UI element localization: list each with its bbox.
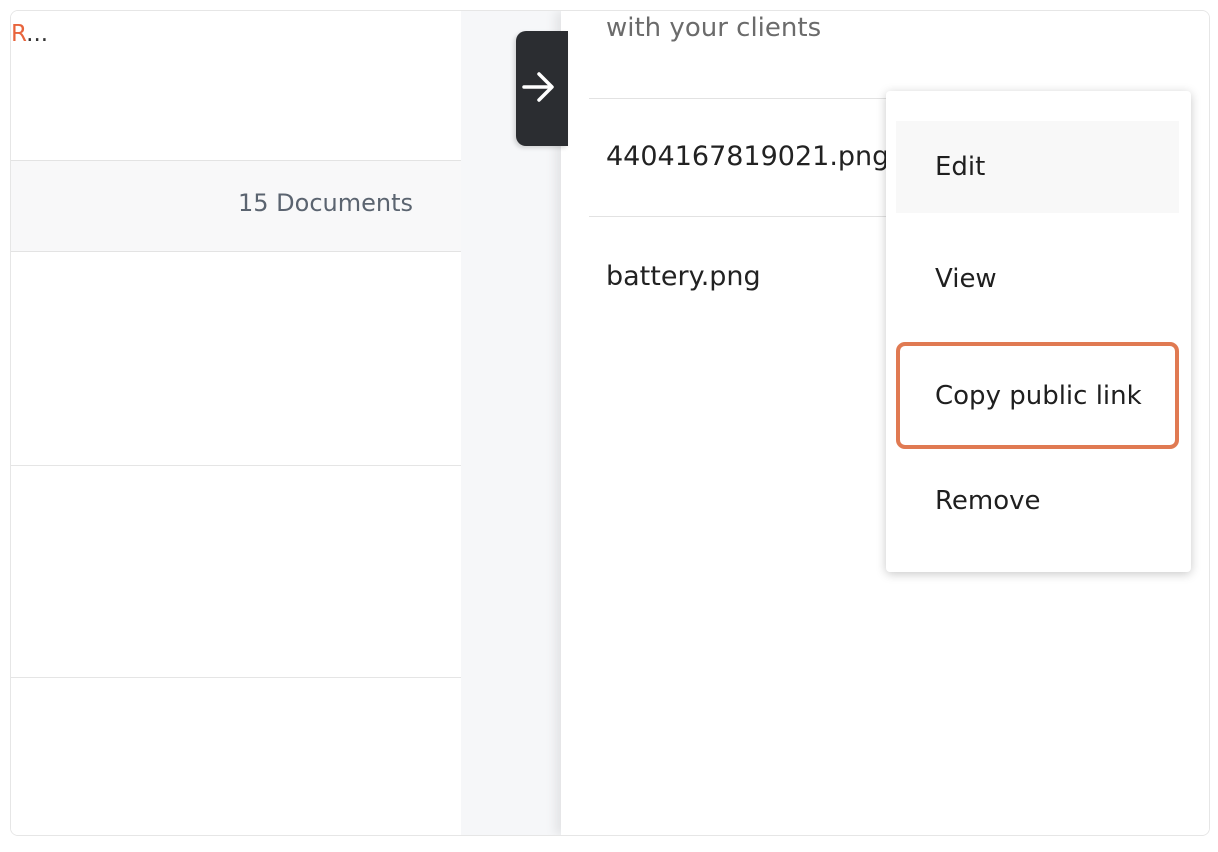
row-divider <box>11 465 461 466</box>
menu-item-copy-public-link[interactable]: Copy public link <box>896 342 1179 449</box>
document-count: 15 Documents <box>237 189 413 217</box>
drawer-subtitle: with your clients <box>606 13 822 43</box>
document-count-row: 15 Documents <box>11 160 461 252</box>
document-list-panel: R... 15 Documents <box>11 11 461 835</box>
menu-item-remove[interactable]: Remove <box>896 455 1179 547</box>
title-ellipsis: ... <box>26 21 49 47</box>
file-name[interactable]: battery.png <box>606 261 886 292</box>
collapse-drawer-button[interactable] <box>516 31 568 146</box>
row-divider <box>11 677 461 678</box>
menu-item-view[interactable]: View <box>896 233 1179 325</box>
title-accent-letter: R <box>11 21 27 47</box>
file-name[interactable]: 4404167819021.png <box>606 141 886 172</box>
truncated-item-title[interactable]: R... <box>11 21 48 47</box>
menu-item-edit[interactable]: Edit <box>896 121 1179 213</box>
app-frame: R... 15 Documents with your clients 4404… <box>10 10 1210 836</box>
file-context-menu: Edit View Copy public link Remove <box>886 91 1191 572</box>
arrow-right-icon <box>522 69 556 109</box>
